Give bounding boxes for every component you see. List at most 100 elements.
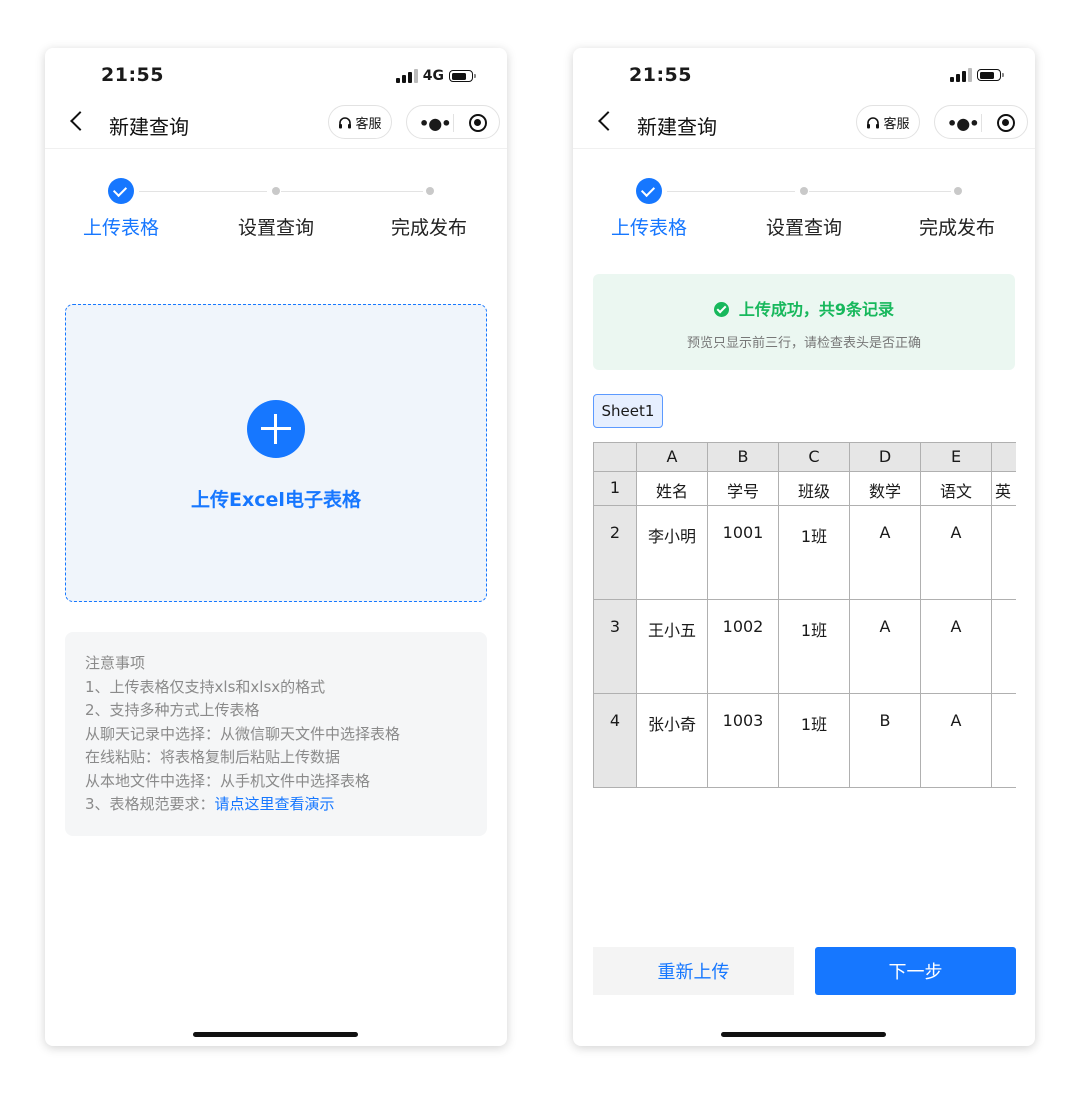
- plus-icon[interactable]: [247, 400, 305, 458]
- status-icons: [950, 68, 1004, 82]
- step-upload: 上传表格: [82, 217, 159, 239]
- step-publish: 完成发布: [918, 217, 995, 239]
- status-icons: 4G: [395, 68, 476, 84]
- nav-bar: 新建查询 客服 •●•: [45, 102, 507, 146]
- table-cell: 班级: [779, 472, 850, 506]
- step-dot-icon: [426, 187, 434, 195]
- signal-icon: [395, 69, 418, 83]
- notes-line: 在线粘贴：将表格复制后粘贴上传数据: [85, 748, 341, 766]
- table-cell: 1002: [708, 600, 779, 694]
- step-publish: 完成发布: [390, 217, 467, 239]
- column-header: E: [921, 442, 992, 472]
- step-dot-icon: [800, 187, 808, 195]
- success-title-row: 上传成功，共9条记录: [593, 296, 1015, 320]
- notes-line: 从本地文件中选择：从手机文件中选择表格: [85, 771, 371, 790]
- page-title: 新建查询: [637, 115, 717, 139]
- column-header: D: [850, 442, 921, 472]
- notes-panel: 注意事项 1、上传表格仅支持xls和xlsx的格式 2、支持多种方式上传表格 从…: [65, 632, 487, 836]
- table-cell: 英: [992, 472, 1016, 506]
- notes-line: 2、支持多种方式上传表格: [85, 701, 260, 719]
- notes-line: 3、表格规范要求：请点这里查看演示: [85, 793, 467, 817]
- headset-icon: [867, 116, 880, 128]
- column-header: A: [637, 442, 708, 472]
- customer-service-button[interactable]: 客服: [328, 105, 392, 139]
- table-cell: 数学: [850, 472, 921, 506]
- table-cell: 王小五: [637, 600, 708, 694]
- row-header: 3: [594, 600, 637, 694]
- nav-bar: 新建查询 客服 •●•: [573, 102, 1035, 146]
- battery-icon: [977, 69, 1004, 81]
- table-cell: 1班: [779, 600, 850, 694]
- table-cell: 1001: [708, 506, 779, 600]
- table-cell: A: [850, 600, 921, 694]
- upload-dropzone[interactable]: 上传Excel电子表格: [65, 304, 487, 602]
- signal-icon: [950, 68, 972, 82]
- step-dot-icon: [954, 187, 962, 195]
- battery-icon: [449, 70, 476, 82]
- table-cell: [992, 506, 1016, 600]
- table-cell: B: [850, 694, 921, 788]
- column-header: B: [708, 442, 779, 472]
- back-icon[interactable]: [598, 111, 618, 131]
- back-icon[interactable]: [70, 111, 90, 131]
- table-cell: A: [921, 506, 992, 600]
- table-cell: 张小奇: [637, 694, 708, 788]
- table-cell: A: [850, 506, 921, 600]
- step-settings: 设置查询: [237, 217, 314, 239]
- next-step-button[interactable]: 下一步: [815, 947, 1016, 995]
- step-dot-icon: [272, 187, 280, 195]
- table-cell: 1班: [779, 506, 850, 600]
- status-time: 21:55: [101, 64, 164, 86]
- home-indicator: [193, 1032, 358, 1037]
- customer-service-label: 客服: [883, 116, 910, 132]
- status-bar: 21:55: [573, 48, 1035, 102]
- table-cell: 1003: [708, 694, 779, 788]
- close-miniapp-icon[interactable]: [997, 114, 1015, 132]
- customer-service-button[interactable]: 客服: [856, 105, 920, 139]
- page-title: 新建查询: [109, 115, 189, 139]
- notes-title: 注意事项: [85, 654, 146, 672]
- upload-label[interactable]: 上传Excel电子表格: [66, 485, 486, 512]
- table-cell: A: [921, 600, 992, 694]
- table-cell: 语文: [921, 472, 992, 506]
- success-title: 上传成功，共9条记录: [738, 300, 895, 319]
- preview-table: A B C D E 1 姓名 学号 班级 数学 语文英 2 李小明 1001 1班 A A 3 王小五 1002 1班 A…: [593, 442, 1016, 788]
- more-icon[interactable]: •●•: [947, 114, 979, 133]
- check-circle-icon: [713, 302, 729, 317]
- status-bar: 21:55 4G: [45, 48, 507, 102]
- column-header: C: [779, 442, 850, 472]
- table-cell: 1班: [779, 694, 850, 788]
- sheet-tab[interactable]: Sheet1: [593, 394, 663, 428]
- phone-screen-upload: 21:55 4G 新建查询 客服 •●• 上传表格 设置查询 完成发布 上传Ex…: [45, 48, 507, 1046]
- customer-service-label: 客服: [355, 116, 382, 132]
- notes-line-prefix: 3、表格规范要求：: [85, 795, 215, 813]
- table-cell: 学号: [708, 472, 779, 506]
- table-cell: 姓名: [637, 472, 708, 506]
- step-check-icon: [636, 178, 662, 204]
- more-icon[interactable]: •●•: [419, 114, 451, 133]
- network-label: 4G: [422, 68, 444, 84]
- column-header: [992, 442, 1016, 472]
- table-cell: 李小明: [637, 506, 708, 600]
- demo-link[interactable]: 请点这里查看演示: [215, 795, 335, 813]
- step-upload: 上传表格: [610, 217, 687, 239]
- phone-screen-preview: 21:55 新建查询 客服 •●• 上传表格 设置查询 完成发布 上传成功，共9…: [573, 48, 1035, 1046]
- headset-icon: [339, 116, 352, 128]
- table-cell: [992, 600, 1016, 694]
- success-banner: 上传成功，共9条记录 预览只显示前三行，请检查表头是否正确: [593, 274, 1015, 370]
- miniapp-capsule: •●•: [406, 105, 500, 139]
- table-cell: A: [921, 694, 992, 788]
- notes-line: 1、上传表格仅支持xls和xlsx的格式: [85, 677, 326, 696]
- row-header: 4: [594, 694, 637, 788]
- miniapp-capsule: •●•: [934, 105, 1028, 139]
- reupload-button[interactable]: 重新上传: [593, 947, 794, 995]
- table-corner: [594, 442, 637, 472]
- table-cell: [992, 694, 1016, 788]
- stepper: 上传表格 设置查询 完成发布: [573, 176, 1035, 246]
- close-miniapp-icon[interactable]: [469, 114, 487, 132]
- step-settings: 设置查询: [765, 217, 842, 239]
- status-time: 21:55: [629, 64, 692, 86]
- row-header: 2: [594, 506, 637, 600]
- notes-line: 从聊天记录中选择：从微信聊天文件中选择表格: [85, 724, 401, 743]
- success-subtitle: 预览只显示前三行，请检查表头是否正确: [686, 336, 921, 351]
